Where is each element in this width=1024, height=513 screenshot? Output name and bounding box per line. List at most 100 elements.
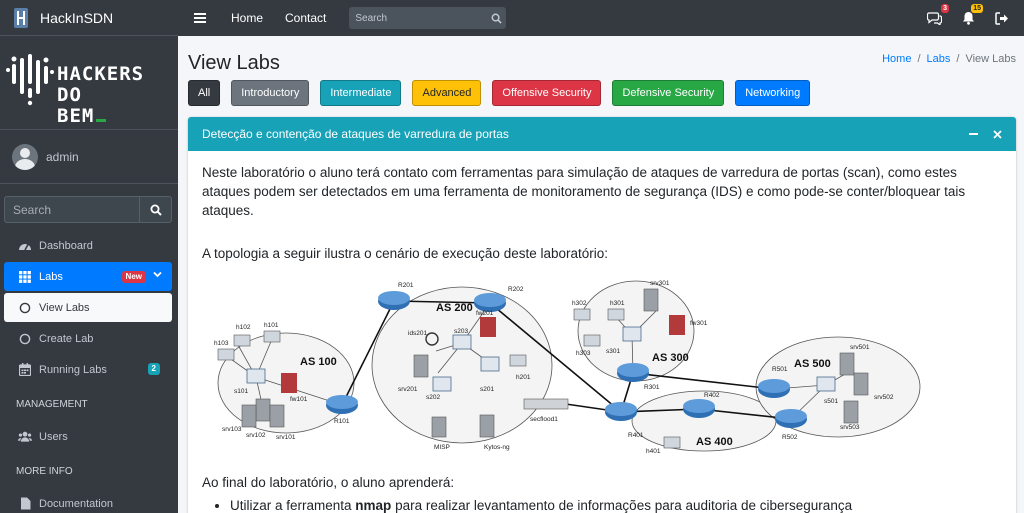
sidebar-item-create-lab[interactable]: Create Lab (4, 324, 172, 353)
remove-card-button[interactable] (988, 125, 1006, 143)
filter-defensive-security-button[interactable]: Defensive Security (612, 80, 725, 106)
messages-count-badge: 3 (941, 4, 949, 13)
svg-text:srv501: srv501 (850, 344, 870, 351)
svg-text:AS 400: AS 400 (696, 436, 733, 448)
svg-text:AS 100: AS 100 (300, 356, 337, 368)
breadcrumb-labs-link[interactable]: Labs (927, 53, 951, 65)
bell-icon (962, 12, 974, 25)
filter-offensive-security-button[interactable]: Offensive Security (492, 80, 602, 106)
svg-text:R401: R401 (628, 432, 644, 439)
sidebar-item-label: Labs (39, 270, 63, 283)
card-tools (958, 117, 1006, 151)
sidebar-search (4, 196, 172, 223)
svg-text:h201: h201 (516, 374, 531, 381)
notifications-button[interactable]: 15 (960, 4, 983, 26)
filter-introductory-button[interactable]: Introductory (231, 80, 310, 106)
svg-text:s201: s201 (480, 386, 494, 393)
navbar-search-button[interactable] (487, 7, 506, 29)
navbar-search-input[interactable] (349, 7, 488, 29)
brand-name: HackInSDN (40, 9, 114, 26)
nav-home-link[interactable]: Home (231, 11, 263, 25)
svg-text:AS 500: AS 500 (794, 358, 831, 370)
svg-text:srv301: srv301 (650, 280, 670, 287)
page-title: View Labs (188, 52, 280, 74)
collapse-card-button[interactable] (964, 125, 982, 143)
lab-card: Detecção e contenção de ataques de varre… (188, 117, 1016, 513)
svg-text:srv502: srv502 (874, 394, 894, 401)
avatar[interactable] (12, 143, 38, 170)
learn-list: Utilizar a ferramenta nmap para realizar… (202, 496, 1002, 513)
learn-intro: Ao final do laboratório, o aluno aprende… (202, 475, 455, 490)
filter-all-button[interactable]: All (188, 80, 221, 106)
menu-toggle-icon[interactable] (194, 13, 206, 23)
th-icon (18, 270, 32, 284)
svg-text:Kytos-ng: Kytos-ng (484, 444, 510, 451)
svg-text:h303: h303 (576, 350, 591, 357)
sidebar-item-view-labs[interactable]: View Labs (4, 293, 172, 322)
breadcrumb-home-link[interactable]: Home (882, 53, 911, 65)
sidebar-item-labs[interactable]: Labs New (4, 262, 172, 291)
lab-card-header: Detecção e contenção de ataques de varre… (188, 117, 1016, 151)
sidebar-item-label: View Labs (39, 301, 90, 314)
sidebar-item-label: Create Lab (39, 332, 94, 345)
navbar-right: 3 15 (908, 0, 1010, 36)
svg-text:h103: h103 (214, 340, 229, 347)
sidebar-item-dashboard[interactable]: Dashboard (4, 231, 172, 260)
logout-button[interactable] (994, 10, 1010, 26)
filter-networking-button[interactable]: Networking (735, 80, 811, 106)
nav-contact-link[interactable]: Contact (285, 11, 326, 25)
svg-text:s301: s301 (606, 348, 620, 355)
svg-text:s501: s501 (824, 398, 838, 405)
brand-logo-icon (14, 7, 28, 28)
minus-icon (968, 132, 978, 135)
svg-text:R301: R301 (644, 384, 660, 391)
file-icon (18, 497, 32, 511)
lab-card-title: Detecção e contenção de ataques de varre… (202, 127, 509, 141)
user-name[interactable]: admin (46, 150, 79, 164)
search-icon (150, 204, 162, 216)
user-panel: admin (0, 130, 178, 184)
sidebar-item-running-labs[interactable]: Running Labs 2 (4, 355, 172, 384)
list-item: Utilizar a ferramenta nmap para realizar… (230, 496, 1002, 513)
topology-intro: A topologia a seguir ilustra o cenário d… (202, 246, 609, 261)
sidebar: HACKERS DO BEM admin Dashboard Labs New … (0, 36, 178, 513)
svg-text:h301: h301 (610, 300, 625, 307)
svg-text:R501: R501 (772, 366, 788, 373)
svg-text:h401: h401 (646, 448, 661, 455)
filter-advanced-button[interactable]: Advanced (412, 80, 482, 106)
circle-icon (18, 332, 32, 346)
main-content: View Labs Home / Labs / View Labs All In… (178, 36, 1024, 513)
users-icon (18, 430, 32, 444)
sidebar-search-input[interactable] (4, 196, 139, 223)
comments-icon (926, 11, 942, 25)
circle-icon (18, 301, 32, 315)
breadcrumb-separator: / (917, 53, 921, 65)
svg-text:MISP: MISP (434, 444, 450, 451)
category-filters: All Introductory Intermediate Advanced O… (188, 80, 821, 106)
sidebar-item-documentation[interactable]: Documentation (4, 489, 172, 513)
svg-text:h302: h302 (572, 300, 587, 307)
svg-text:srv103: srv103 (222, 426, 242, 433)
more-info-header: MORE INFO (16, 466, 73, 477)
navbar-search (349, 7, 507, 29)
messages-button[interactable]: 3 (926, 4, 949, 26)
svg-text:h101: h101 (264, 322, 279, 329)
breadcrumb: Home / Labs / View Labs (882, 53, 1016, 65)
svg-text:srv503: srv503 (840, 424, 860, 431)
brand[interactable]: HackInSDN (0, 0, 178, 36)
filter-intermediate-button[interactable]: Intermediate (320, 80, 402, 106)
top-navbar: HackInSDN Home Contact 3 15 (0, 0, 1024, 36)
sidebar-item-users[interactable]: Users (4, 422, 172, 451)
sign-out-icon (995, 11, 1008, 25)
sidebar-search-button[interactable] (139, 196, 172, 223)
svg-text:s203: s203 (454, 328, 468, 335)
sidebar-item-label: Users (39, 430, 68, 443)
svg-text:ids201: ids201 (408, 330, 428, 337)
lab-description: Neste laboratório o aluno terá contato c… (202, 165, 966, 218)
management-header: MANAGEMENT (16, 399, 88, 410)
calendar-icon (18, 363, 32, 377)
svg-text:AS 200: AS 200 (436, 302, 473, 314)
svg-text:R402: R402 (704, 392, 720, 399)
svg-text:R101: R101 (334, 418, 350, 425)
tachometer-icon (18, 239, 32, 253)
